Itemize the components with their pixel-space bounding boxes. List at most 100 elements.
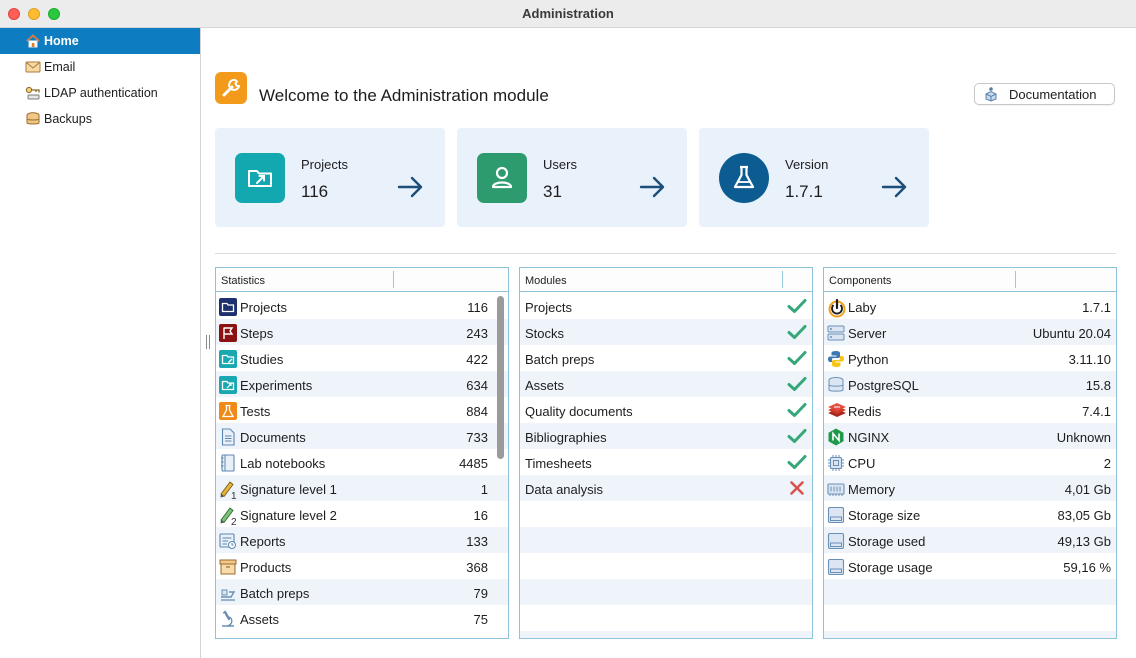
list-item[interactable]: Redis 7.4.1 [824,397,1116,423]
sidebar-item-email[interactable]: Email [0,54,200,80]
list-item[interactable]: CPU 2 [824,449,1116,475]
memory-icon [827,480,845,498]
modules-list: Projects Stocks Batch preps Assets Quali… [520,293,812,638]
list-item[interactable]: Projects 116 [216,293,508,319]
check-icon [787,350,807,369]
column-divider[interactable] [1015,271,1016,288]
user-icon [477,153,527,203]
list-item[interactable]: Batch preps [520,345,812,371]
statistics-panel: Statistics Projects 116 Steps 243 Studie… [215,267,509,639]
disk-icon [827,532,845,550]
flask-icon [219,402,237,420]
document-icon [219,428,237,446]
card-value: 1.7.1 [785,182,823,201]
list-item[interactable]: Lab notebooks 4485 [216,449,508,475]
arrow-right-icon[interactable] [397,175,425,199]
card-value: 116 [301,182,329,201]
sidebar-item-label: Home [44,34,79,48]
empty-row [520,527,812,553]
statistics-scrollbar[interactable] [497,296,504,459]
list-item[interactable]: PostgreSQL 15.8 [824,371,1116,397]
check-icon [787,454,807,473]
components-header: Components [824,268,1116,292]
empty-row [520,579,812,605]
ldap-key-icon [25,85,41,101]
list-item[interactable]: Assets 75 [216,605,508,631]
list-item[interactable]: Memory 4,01 Gb [824,475,1116,501]
list-item[interactable]: 1 Signature level 1 1 [216,475,508,502]
list-item[interactable]: Timesheets [520,449,812,475]
list-item[interactable]: Products 368 [216,553,508,579]
sidebar-item-label: Email [44,60,76,74]
list-item[interactable]: Data analysis [520,475,812,501]
list-item[interactable]: Laby 1.7.1 [824,293,1116,319]
card-label: Users [543,157,577,172]
flag-icon [219,324,237,342]
home-icon [25,33,41,49]
documentation-button[interactable]: Documentation [974,83,1115,105]
report-icon [219,532,237,550]
components-list: Laby 1.7.1 Server Ubuntu 20.04 Python 3.… [824,293,1116,638]
wrench-icon [215,72,247,104]
laby-power-icon [827,298,846,318]
empty-row [824,605,1116,631]
empty-row [520,501,812,527]
database-icon [827,376,845,394]
list-item[interactable]: Projects [520,293,812,319]
column-header: Statistics [221,275,266,287]
sidebar-item-home[interactable]: Home [0,28,200,54]
card-version[interactable]: Version 1.7.1 [699,128,929,227]
window-title: Administration [522,6,614,21]
empty-row [520,605,812,631]
card-users[interactable]: Users 31 [457,128,687,227]
modules-header: Modules [520,268,812,292]
batch-prep-icon [219,584,237,602]
list-item[interactable]: Batch preps 79 [216,579,508,605]
list-item[interactable]: Studies 422 [216,345,508,371]
list-item[interactable]: Stocks [520,319,812,345]
list-item[interactable]: Experiments 634 [216,371,508,397]
notebook-icon [219,454,237,472]
list-item[interactable]: Storage size 83,05 Gb [824,501,1116,527]
folder-arrow-icon [235,153,285,203]
list-item[interactable]: Python 3.11.10 [824,345,1116,371]
column-divider[interactable] [393,271,394,288]
list-item[interactable]: Reports 133 [216,527,508,553]
list-item[interactable]: Tests 884 [216,397,508,423]
column-header: Modules [525,275,567,287]
column-divider[interactable] [782,271,783,288]
column-header: Components [829,275,892,287]
list-item[interactable]: Storage usage 59,16 % [824,553,1116,579]
documentation-button-label: Documentation [1009,87,1097,102]
sidebar-item-ldap[interactable]: LDAP authentication [0,80,200,106]
python-icon [827,350,845,368]
envelope-icon [25,59,41,75]
list-item[interactable]: Assets [520,371,812,397]
sidebar-item-backups[interactable]: Backups [0,106,200,132]
list-item[interactable]: Storage used 49,13 Gb [824,527,1116,553]
list-item[interactable]: 2 Signature level 2 16 [216,501,508,528]
list-item[interactable]: Bibliographies [520,423,812,449]
arrow-right-icon[interactable] [881,175,909,199]
card-projects[interactable]: Projects 116 [215,128,445,227]
list-item[interactable]: Server Ubuntu 20.04 [824,319,1116,345]
divider [215,253,1116,254]
disk-icon [827,558,845,576]
list-item[interactable]: Documents 733 [216,423,508,449]
statistics-list: Projects 116 Steps 243 Studies 422 Exper… [216,293,508,638]
empty-row [824,631,1116,638]
projects-icon [219,298,237,316]
microscope-icon [219,610,237,628]
list-item[interactable]: Steps 243 [216,319,508,345]
list-item[interactable]: Quality documents [520,397,812,423]
sidebar-item-label: LDAP authentication [44,86,158,100]
list-item[interactable]: NGINX Unknown [824,423,1116,449]
modules-panel: Modules Projects Stocks Batch preps Asse… [519,267,813,639]
arrow-right-icon[interactable] [639,175,667,199]
check-icon [787,428,807,447]
empty-row [520,631,812,638]
svg-text:1: 1 [231,491,237,500]
study-folder-icon [219,350,237,368]
splitter-handle[interactable] [206,335,210,349]
empty-row [824,579,1116,605]
